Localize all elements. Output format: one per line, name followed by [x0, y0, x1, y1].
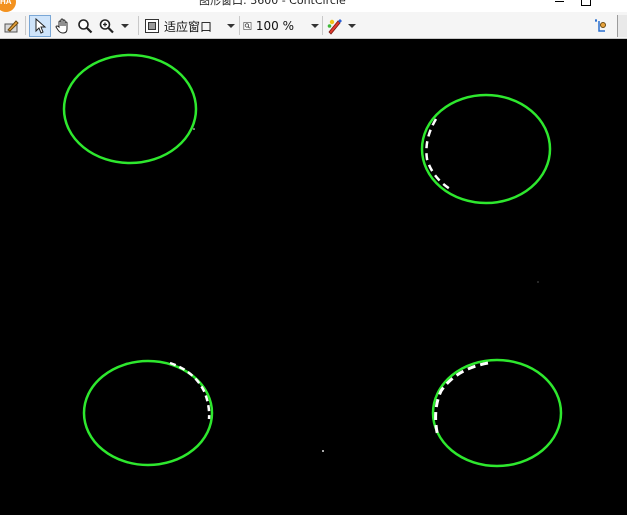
color-draw-dropdown[interactable]	[326, 15, 360, 37]
noise-dot	[537, 281, 539, 283]
pan-hand-button[interactable]	[53, 15, 73, 37]
circle-top-right	[420, 93, 552, 205]
toolbar-separator	[138, 16, 139, 35]
noise-dot	[322, 450, 324, 452]
edit-settings-button[interactable]	[2, 15, 22, 37]
chevron-down-icon	[121, 24, 129, 28]
chevron-down-icon	[311, 24, 319, 28]
minimize-button[interactable]	[554, 0, 566, 10]
zoom-in-icon	[99, 19, 114, 34]
zoom-percent-value: 100 %	[255, 19, 294, 33]
toolbar-overflow-button[interactable]	[617, 15, 627, 37]
toolbar-separator	[322, 16, 323, 35]
window-title: 图形窗口: 3600 - ContCircle	[199, 0, 346, 7]
toolbar: 适应窗口 100 %	[0, 12, 627, 39]
zoom-magnifier-button[interactable]	[75, 15, 95, 37]
maximize-button[interactable]	[581, 0, 593, 10]
graphics-canvas[interactable]	[0, 39, 627, 511]
residual-arc-top-right	[425, 118, 451, 191]
chevron-down-icon	[348, 24, 356, 28]
zoom-percent-dropdown[interactable]: 100 %	[243, 15, 319, 37]
hand-icon	[55, 18, 68, 34]
residual-arc-bottom-left	[169, 361, 211, 420]
magnifier-icon	[78, 19, 93, 34]
circle-top-left	[62, 53, 198, 165]
edit-settings-icon	[4, 20, 19, 33]
toolbar-separator	[25, 16, 26, 35]
pointer-icon	[35, 18, 47, 34]
app-logo: HA	[0, 0, 16, 12]
color-draw-icon	[327, 19, 342, 35]
app-logo-text: HA	[0, 0, 12, 6]
residual-arc-bottom-right	[434, 361, 489, 438]
circle-bottom-left	[82, 359, 214, 467]
chevron-down-icon	[227, 24, 236, 28]
fit-window-icon	[145, 19, 159, 33]
inspect-button[interactable]	[592, 15, 612, 37]
inspect-icon	[595, 19, 606, 32]
toolbar-separator	[239, 16, 240, 35]
contour-view	[62, 53, 563, 468]
fit-window-label: 适应窗口	[164, 19, 213, 34]
zoom-frame-icon	[243, 22, 252, 30]
circle-bottom-right	[431, 358, 563, 468]
title-bar: HA 图形窗口: 3600 - ContCircle	[0, 0, 627, 12]
select-pointer-button[interactable]	[29, 15, 51, 37]
noise-dot	[193, 128, 195, 130]
zoom-in-button[interactable]	[98, 15, 132, 37]
fit-window-dropdown[interactable]: 适应窗口	[144, 15, 236, 37]
